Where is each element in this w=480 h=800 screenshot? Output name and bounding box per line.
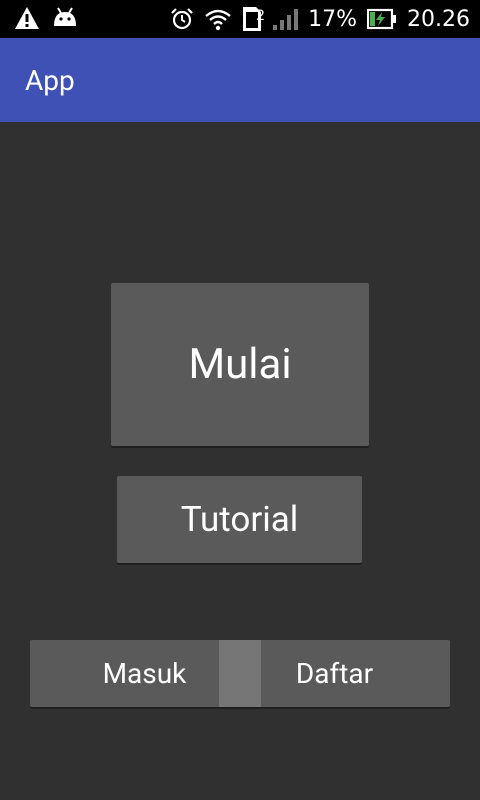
- status-bar: 2 17% 20.26: [0, 0, 480, 38]
- register-option[interactable]: Daftar: [261, 640, 450, 707]
- sim-slot-number: 2: [256, 8, 265, 24]
- app-title: App: [25, 64, 75, 97]
- warning-icon: [14, 6, 40, 30]
- status-bar-notifications: [14, 6, 78, 30]
- screen: 2 17% 20.26 App Mulai Tutorial Masuk Daf…: [0, 0, 480, 800]
- clock: 20.26: [407, 6, 470, 32]
- login-option[interactable]: Masuk: [30, 640, 219, 707]
- tutorial-button[interactable]: Tutorial: [117, 476, 362, 563]
- status-bar-system: 2 17% 20.26: [170, 0, 470, 38]
- login-register-switch[interactable]: Masuk Daftar: [30, 640, 450, 707]
- battery-percent: 17%: [308, 6, 358, 32]
- wifi-icon: [204, 7, 232, 31]
- tutorial-button-label: Tutorial: [180, 499, 299, 540]
- start-button[interactable]: Mulai: [111, 283, 369, 446]
- register-option-label: Daftar: [295, 657, 374, 690]
- switch-thumb[interactable]: [219, 640, 261, 707]
- app-bar: App: [0, 38, 480, 122]
- battery-charging-icon: [367, 8, 397, 30]
- login-option-label: Masuk: [102, 657, 187, 690]
- start-button-label: Mulai: [188, 340, 292, 389]
- alarm-icon: [170, 7, 194, 31]
- signal-icon: [272, 7, 299, 31]
- android-icon: [52, 6, 78, 30]
